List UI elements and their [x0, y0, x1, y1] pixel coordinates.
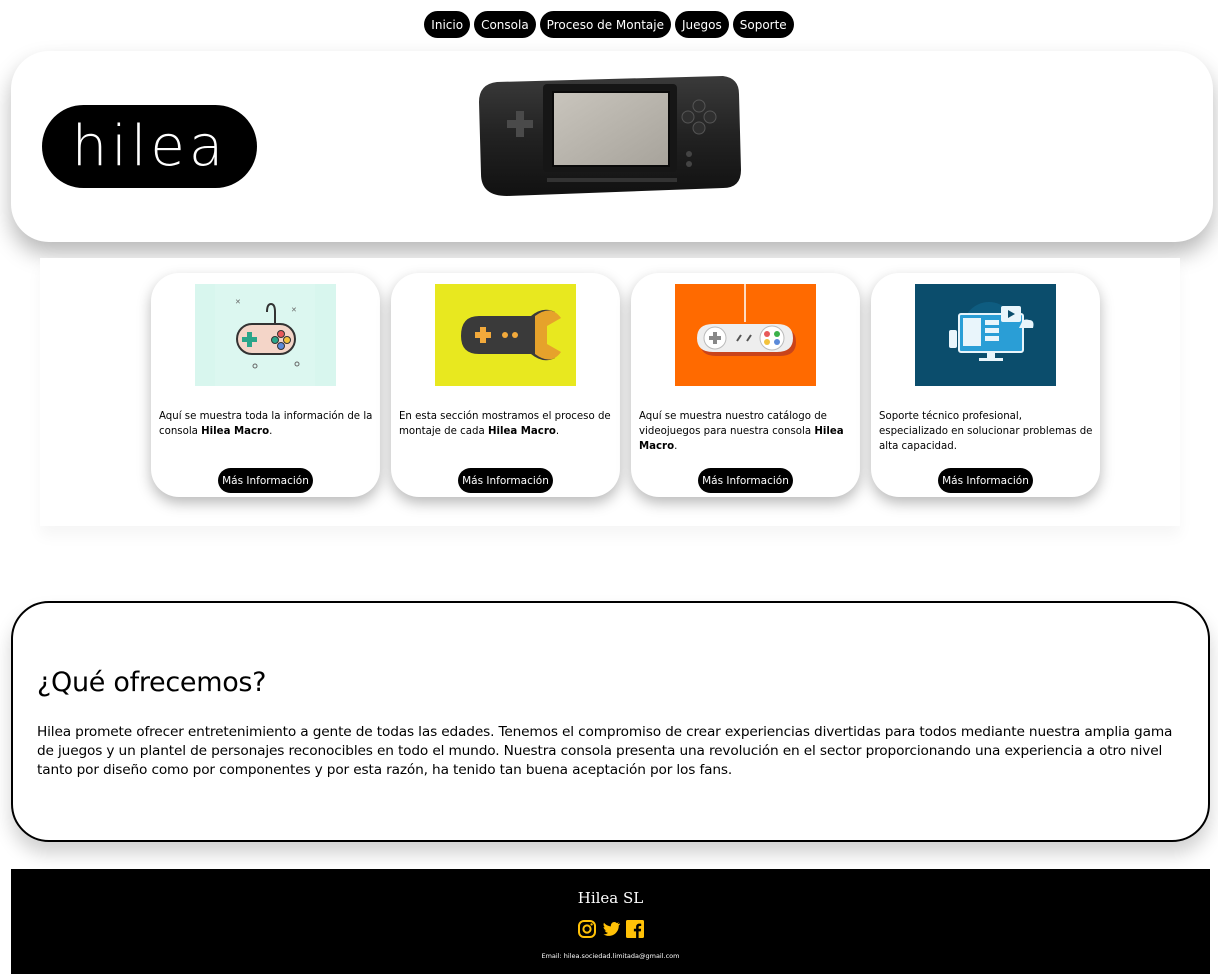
gamepad-icon: ✕ ✕: [215, 284, 315, 386]
card-soporte: Soporte técnico profesional, especializa…: [871, 273, 1100, 497]
facebook-icon[interactable]: [625, 919, 645, 939]
nav-item-inicio[interactable]: Inicio: [424, 11, 471, 38]
card-image: [435, 284, 576, 386]
nav-item-soporte[interactable]: Soporte: [732, 11, 794, 38]
footer: Hilea SL Email: hilea.sociedad.limitada@…: [11, 869, 1210, 974]
logo-text: hilea: [71, 113, 228, 179]
card-proceso-montaje: En esta sección mostramos el proceso de …: [391, 273, 620, 497]
support-monitor-icon: [949, 302, 1034, 361]
footer-company-name: Hilea SL: [577, 889, 644, 907]
more-info-button[interactable]: Más Información: [458, 468, 553, 493]
wrench-gamepad-icon: [461, 309, 561, 361]
twitter-icon[interactable]: [601, 919, 621, 939]
card-description: Soporte técnico profesional, especializa…: [879, 411, 1093, 452]
card-consola: ✕ ✕ Aquí se muestra toda la información …: [151, 273, 380, 497]
offer-body: Hilea promete ofrecer entretenimiento a …: [37, 724, 1173, 778]
hero-banner: hilea: [11, 51, 1213, 242]
card-juegos: Aquí se muestra nuestro catálogo de vide…: [631, 273, 860, 497]
offer-title: ¿Qué ofrecemos?: [37, 667, 267, 698]
card-description: En esta sección mostramos el proceso de …: [399, 411, 611, 437]
svg-text:✕: ✕: [291, 307, 297, 314]
offer-section: ¿Qué ofrecemos? Hilea promete ofrecer en…: [11, 601, 1210, 842]
card-description: Aquí se muestra toda la información de l…: [159, 411, 373, 437]
nav-item-consola[interactable]: Consola: [474, 11, 536, 38]
nav-item-proceso-montaje[interactable]: Proceso de Montaje: [539, 11, 671, 38]
more-info-button[interactable]: Más Información: [218, 468, 313, 493]
controller-icon: [697, 284, 796, 356]
card-description: Aquí se muestra nuestro catálogo de vide…: [639, 411, 844, 452]
console-image: [479, 76, 741, 196]
footer-email: Email: hilea.sociedad.limitada@gmail.com: [541, 952, 680, 960]
card-image: [675, 284, 816, 386]
top-nav: Inicio Consola Proceso de Montaje Juegos…: [0, 11, 1218, 38]
social-links: [11, 919, 1210, 939]
card-image: [915, 284, 1056, 386]
more-info-button[interactable]: Más Información: [698, 468, 793, 493]
nav-item-juegos[interactable]: Juegos: [675, 11, 729, 38]
instagram-icon[interactable]: [577, 919, 597, 939]
card-image: ✕ ✕: [195, 284, 336, 386]
svg-text:✕: ✕: [235, 299, 241, 306]
hilea-logo[interactable]: hilea: [42, 105, 257, 188]
more-info-button[interactable]: Más Información: [938, 468, 1033, 493]
